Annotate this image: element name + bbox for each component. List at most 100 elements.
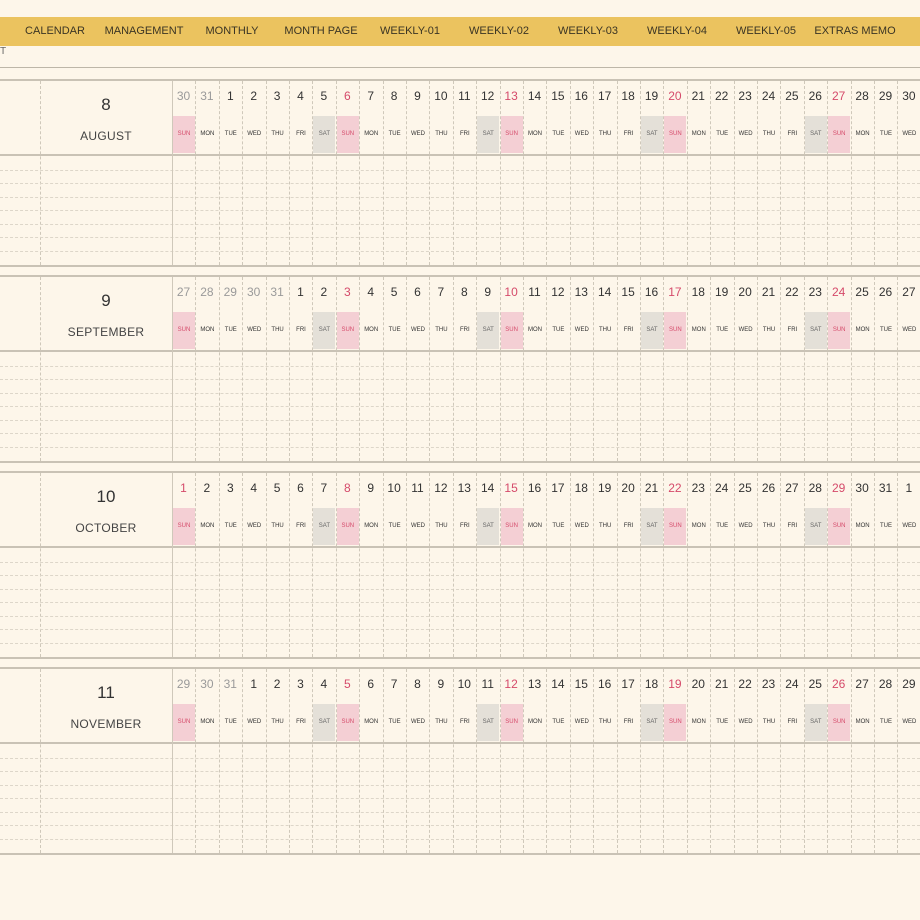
day-column[interactable]: 2 WED: [242, 81, 265, 265]
day-column[interactable]: 14 SAT: [476, 473, 500, 657]
day-column[interactable]: 25 MON: [850, 277, 874, 461]
day-column[interactable]: 30 MON: [195, 669, 218, 853]
day-column[interactable]: 27 MON: [850, 669, 874, 853]
day-column[interactable]: 11 FRI: [452, 81, 476, 265]
day-column[interactable]: 2 THU: [265, 669, 289, 853]
day-column[interactable]: 14 TUE: [546, 669, 569, 853]
day-column[interactable]: 8 WED: [406, 669, 429, 853]
day-column[interactable]: 17 SUN: [663, 277, 687, 461]
day-column[interactable]: 2 SAT: [312, 277, 336, 461]
nav-item-weekly-01[interactable]: WEEKLY-01: [380, 17, 440, 46]
day-column[interactable]: 3 FRI: [289, 669, 312, 853]
day-column[interactable]: 6 FRI: [289, 473, 312, 657]
day-column[interactable]: 13 WED: [569, 277, 593, 461]
day-column[interactable]: 8 FRI: [452, 277, 476, 461]
day-column[interactable]: 27 WED: [897, 277, 920, 461]
nav-item-calendar[interactable]: CALENDAR: [25, 17, 85, 46]
day-column[interactable]: 7 THU: [429, 277, 452, 461]
day-column[interactable]: 1 SUN: [172, 473, 195, 657]
day-column[interactable]: 7 SAT: [312, 473, 336, 657]
day-column[interactable]: 16 THU: [593, 669, 616, 853]
day-column[interactable]: 4 FRI: [289, 81, 312, 265]
day-column[interactable]: 23 WED: [733, 81, 757, 265]
day-column[interactable]: 28 SAT: [803, 473, 827, 657]
day-column[interactable]: 5 SUN: [335, 669, 359, 853]
day-column[interactable]: 25 WED: [733, 473, 757, 657]
nav-item-monthly[interactable]: MONTHLY: [206, 17, 259, 46]
day-column[interactable]: 28 MON: [195, 277, 218, 461]
day-column[interactable]: 14 MON: [523, 81, 546, 265]
day-column[interactable]: 15 SUN: [499, 473, 523, 657]
day-column[interactable]: 10 FRI: [452, 669, 476, 853]
day-column[interactable]: 18 FRI: [616, 81, 640, 265]
day-column[interactable]: 30 MON: [850, 473, 874, 657]
day-column[interactable]: 6 WED: [406, 277, 429, 461]
day-column[interactable]: 10 SUN: [499, 277, 523, 461]
day-column[interactable]: 11 SAT: [476, 669, 500, 853]
day-column[interactable]: 19 SUN: [663, 669, 687, 853]
day-column[interactable]: 1 WED: [897, 473, 920, 657]
day-column[interactable]: 4 WED: [242, 473, 265, 657]
day-column[interactable]: 30 WED: [242, 277, 265, 461]
day-column[interactable]: 24 FRI: [780, 669, 803, 853]
day-column[interactable]: 9 WED: [406, 81, 429, 265]
day-column[interactable]: 6 MON: [359, 669, 382, 853]
day-column[interactable]: 1 TUE: [218, 81, 242, 265]
day-column[interactable]: 20 FRI: [616, 473, 640, 657]
day-column[interactable]: 30 WED: [897, 81, 920, 265]
day-column[interactable]: 2 MON: [195, 473, 218, 657]
day-column[interactable]: 28 MON: [850, 81, 874, 265]
day-column[interactable]: 27 SUN: [172, 277, 195, 461]
day-column[interactable]: 18 SAT: [640, 669, 663, 853]
day-column[interactable]: 1 WED: [242, 669, 265, 853]
day-column[interactable]: 4 SAT: [312, 669, 336, 853]
day-column[interactable]: 11 WED: [406, 473, 429, 657]
day-column[interactable]: 24 TUE: [710, 473, 733, 657]
day-column[interactable]: 31 THU: [265, 277, 289, 461]
day-column[interactable]: 26 TUE: [874, 277, 897, 461]
day-column[interactable]: 12 THU: [429, 473, 452, 657]
day-column[interactable]: 21 TUE: [710, 669, 733, 853]
day-column[interactable]: 21 MON: [686, 81, 710, 265]
day-column[interactable]: 23 SAT: [803, 277, 827, 461]
day-column[interactable]: 23 MON: [686, 473, 710, 657]
nav-item-management[interactable]: MANAGEMENT: [105, 17, 184, 46]
day-column[interactable]: 4 MON: [359, 277, 382, 461]
day-column[interactable]: 31 MON: [195, 81, 218, 265]
day-column[interactable]: 20 SUN: [663, 81, 687, 265]
day-column[interactable]: 29 SUN: [172, 669, 195, 853]
day-column[interactable]: 13 MON: [523, 669, 546, 853]
day-column[interactable]: 20 WED: [733, 277, 757, 461]
day-column[interactable]: 15 FRI: [616, 277, 640, 461]
nav-item-month-page[interactable]: MONTH PAGE: [284, 17, 357, 46]
day-column[interactable]: 26 SUN: [827, 669, 851, 853]
day-column[interactable]: 5 TUE: [382, 277, 406, 461]
day-column[interactable]: 8 TUE: [382, 81, 406, 265]
day-column[interactable]: 16 MON: [523, 473, 546, 657]
day-column[interactable]: 19 SAT: [640, 81, 663, 265]
day-column[interactable]: 9 MON: [359, 473, 382, 657]
day-column[interactable]: 11 MON: [523, 277, 546, 461]
day-column[interactable]: 29 WED: [897, 669, 920, 853]
day-column[interactable]: 15 TUE: [546, 81, 569, 265]
day-column[interactable]: 29 TUE: [218, 277, 242, 461]
day-column[interactable]: 28 TUE: [874, 669, 897, 853]
day-column[interactable]: 16 SAT: [640, 277, 663, 461]
day-column[interactable]: 13 SUN: [499, 81, 523, 265]
day-column[interactable]: 31 TUE: [218, 669, 242, 853]
day-column[interactable]: 18 WED: [569, 473, 593, 657]
nav-item-weekly-05[interactable]: WEEKLY-05: [736, 17, 796, 46]
day-column[interactable]: 26 THU: [757, 473, 780, 657]
day-column[interactable]: 5 SAT: [312, 81, 336, 265]
day-column[interactable]: 22 WED: [733, 669, 757, 853]
day-column[interactable]: 5 THU: [265, 473, 289, 657]
day-column[interactable]: 14 THU: [593, 277, 616, 461]
day-column[interactable]: 23 THU: [757, 669, 780, 853]
day-column[interactable]: 12 TUE: [546, 277, 569, 461]
day-column[interactable]: 19 THU: [593, 473, 616, 657]
day-column[interactable]: 26 SAT: [803, 81, 827, 265]
day-column[interactable]: 3 TUE: [218, 473, 242, 657]
day-column[interactable]: 24 SUN: [827, 277, 851, 461]
day-column[interactable]: 29 TUE: [874, 81, 897, 265]
day-column[interactable]: 17 TUE: [546, 473, 569, 657]
